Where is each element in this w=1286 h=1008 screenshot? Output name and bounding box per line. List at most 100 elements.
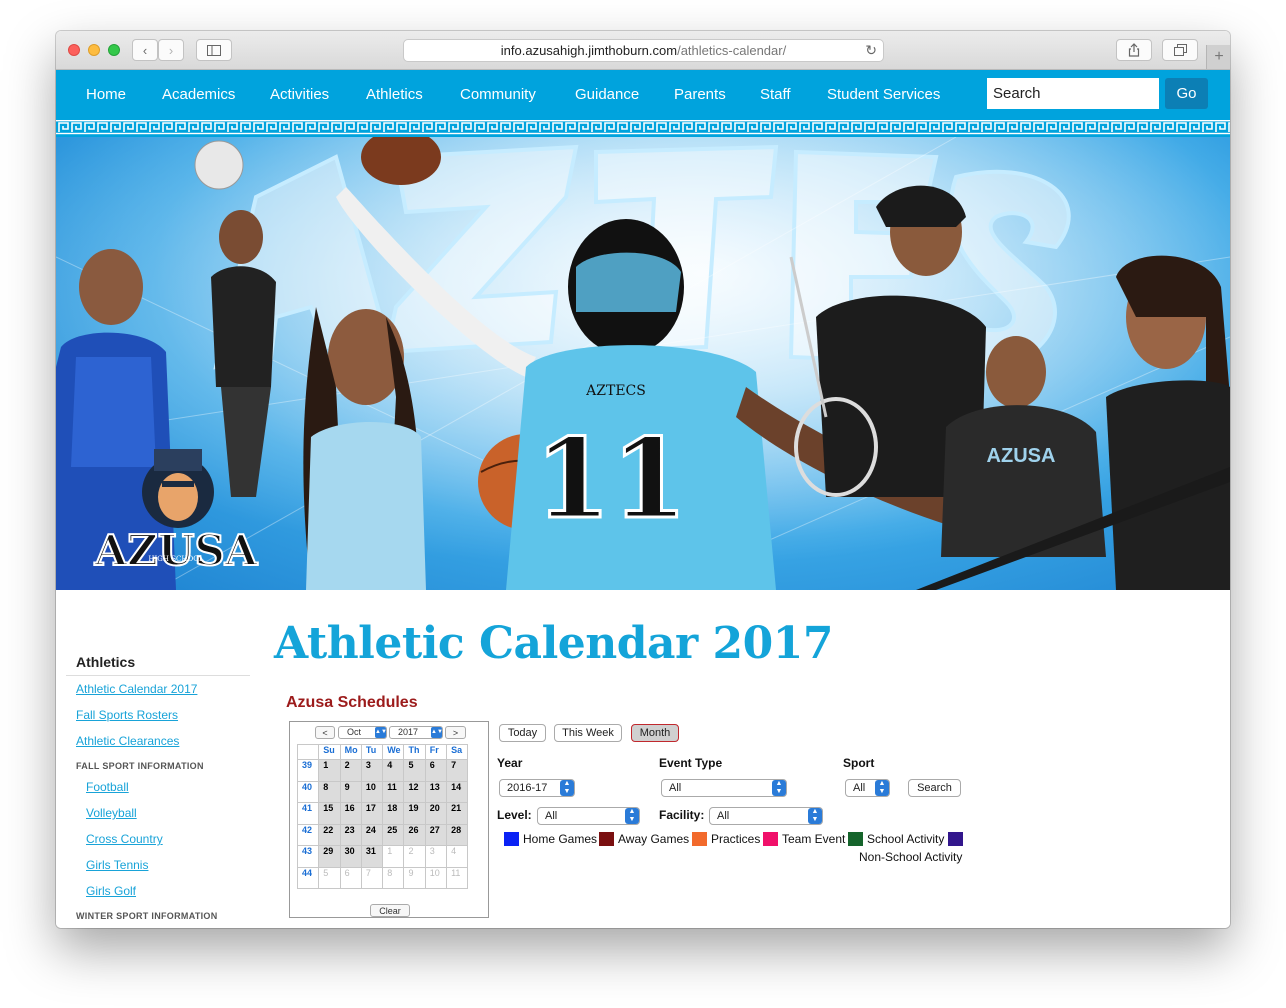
- calendar-day[interactable]: 5: [318, 866, 341, 889]
- calendar-day[interactable]: 6: [424, 759, 448, 782]
- calendar-day[interactable]: 13: [424, 780, 448, 803]
- tabs-overview-button[interactable]: [1162, 39, 1198, 61]
- legend-swatch: [504, 832, 519, 846]
- next-month-button[interactable]: >: [445, 726, 466, 739]
- level-label: Level:: [497, 808, 532, 822]
- nav-item-community[interactable]: Community: [460, 86, 536, 103]
- minimize-window-button[interactable]: [88, 44, 100, 56]
- nav-item-guidance[interactable]: Guidance: [575, 86, 639, 103]
- sidebar-link-volleyball[interactable]: Volleyball: [86, 806, 137, 820]
- calendar-day[interactable]: 17: [360, 802, 384, 825]
- nav-item-activities[interactable]: Activities: [270, 86, 329, 103]
- forward-button[interactable]: ›: [158, 39, 184, 61]
- event-type-select[interactable]: All ▲ ▼: [661, 779, 787, 797]
- share-button[interactable]: [1116, 39, 1152, 61]
- calendar-day[interactable]: 31: [360, 845, 384, 868]
- back-button[interactable]: ‹: [132, 39, 158, 61]
- calendar-day[interactable]: 23: [339, 823, 362, 846]
- calendar-day[interactable]: 12: [403, 780, 426, 803]
- sidebar-link-athletic-calendar[interactable]: Athletic Calendar 2017: [76, 682, 197, 696]
- week-number[interactable]: 43: [296, 845, 320, 868]
- sidebar-link-girls-golf[interactable]: Girls Golf: [86, 884, 136, 898]
- level-select[interactable]: All ▲ ▼: [537, 807, 640, 825]
- schedules-title: Azusa Schedules: [286, 694, 418, 711]
- month-select[interactable]: Oct ▲▼: [338, 726, 387, 739]
- prev-month-button[interactable]: <: [315, 726, 335, 739]
- calendar-day[interactable]: 6: [339, 866, 362, 889]
- search-button[interactable]: Search: [908, 779, 961, 797]
- calendar-day[interactable]: 7: [446, 759, 469, 782]
- calendar-day[interactable]: 26: [403, 823, 426, 846]
- week-number[interactable]: 39: [296, 759, 320, 782]
- jersey-number: 11: [534, 414, 687, 543]
- calendar-day[interactable]: 2: [403, 845, 426, 868]
- sidebar-link-girls-tennis[interactable]: Girls Tennis: [86, 858, 148, 872]
- sidebar-link-football[interactable]: Football: [86, 780, 129, 794]
- calendar-day[interactable]: 30: [339, 845, 362, 868]
- calendar-day[interactable]: 25: [382, 823, 405, 846]
- week-number[interactable]: 42: [296, 823, 320, 846]
- site-search-input[interactable]: Search: [987, 78, 1159, 109]
- calendar-day[interactable]: 3: [424, 845, 448, 868]
- calendar-day[interactable]: 9: [339, 780, 362, 803]
- calendar-day[interactable]: 9: [403, 866, 426, 889]
- calendar-day[interactable]: 8: [318, 780, 341, 803]
- clear-button[interactable]: Clear: [370, 904, 410, 917]
- calendar-day[interactable]: 18: [382, 802, 405, 825]
- calendar-day[interactable]: 5: [403, 759, 426, 782]
- calendar-day[interactable]: 27: [424, 823, 448, 846]
- sidebar-link-athletic-clearances[interactable]: Athletic Clearances: [76, 734, 179, 748]
- calendar-day[interactable]: 14: [446, 780, 469, 803]
- year-select[interactable]: 2017 ▲▼: [389, 726, 443, 739]
- calendar-day[interactable]: 11: [382, 780, 405, 803]
- calendar-day[interactable]: 1: [382, 845, 405, 868]
- zoom-window-button[interactable]: [108, 44, 120, 56]
- calendar-day[interactable]: 20: [424, 802, 448, 825]
- calendar-day[interactable]: 10: [424, 866, 448, 889]
- new-tab-button[interactable]: +: [1206, 45, 1230, 69]
- select-arrows-icon: ▲▼: [625, 808, 639, 824]
- today-button[interactable]: Today: [499, 724, 546, 742]
- address-bar[interactable]: info.azusahigh.jimthoburn.com/athletics-…: [403, 39, 884, 62]
- calendar-day[interactable]: 10: [360, 780, 384, 803]
- calendar-day[interactable]: 4: [382, 759, 405, 782]
- sidebar-link-fall-rosters[interactable]: Fall Sports Rosters: [76, 708, 178, 722]
- legend-practices: Practices: [692, 832, 760, 846]
- sidebar-toggle-button[interactable]: [196, 39, 232, 61]
- calendar-day[interactable]: 24: [360, 823, 384, 846]
- calendar-day[interactable]: 3: [360, 759, 384, 782]
- this-week-button[interactable]: This Week: [554, 724, 622, 742]
- calendar-day[interactable]: 7: [360, 866, 384, 889]
- calendar-day[interactable]: 11: [446, 866, 469, 889]
- calendar-day[interactable]: 29: [318, 845, 341, 868]
- week-number[interactable]: 41: [296, 802, 320, 825]
- calendar-day[interactable]: 28: [446, 823, 469, 846]
- go-button[interactable]: Go: [1165, 78, 1208, 109]
- calendar-day[interactable]: 15: [318, 802, 341, 825]
- browser-window: ‹ › info.azusahigh.jimthoburn.com/athlet…: [56, 31, 1230, 928]
- calendar-day[interactable]: 22: [318, 823, 341, 846]
- nav-item-student-services[interactable]: Student Services: [827, 86, 940, 103]
- calendar-day[interactable]: 4: [446, 845, 469, 868]
- month-view-button[interactable]: Month: [631, 724, 679, 742]
- calendar-day[interactable]: 2: [339, 759, 362, 782]
- facility-select[interactable]: All ▲ ▼: [709, 807, 823, 825]
- sidebar-link-cross-country[interactable]: Cross Country: [86, 832, 163, 846]
- calendar-day[interactable]: 21: [446, 802, 469, 825]
- calendar-day[interactable]: 1: [318, 759, 341, 782]
- year-filter-select[interactable]: 2016-17 ▲ ▼: [499, 779, 575, 797]
- week-number[interactable]: 44: [296, 866, 320, 889]
- nav-item-parents[interactable]: Parents: [674, 86, 726, 103]
- day-header: Tu: [360, 744, 384, 760]
- calendar-day[interactable]: 19: [403, 802, 426, 825]
- close-window-button[interactable]: [68, 44, 80, 56]
- nav-item-academics[interactable]: Academics: [162, 86, 235, 103]
- calendar-day[interactable]: 8: [382, 866, 405, 889]
- nav-item-staff[interactable]: Staff: [760, 86, 791, 103]
- nav-item-athletics[interactable]: Athletics: [366, 86, 423, 103]
- calendar-day[interactable]: 16: [339, 802, 362, 825]
- reload-icon[interactable]: ↻: [865, 42, 877, 59]
- nav-item-home[interactable]: Home: [86, 86, 126, 103]
- sport-select[interactable]: All ▲ ▼: [845, 779, 890, 797]
- week-number[interactable]: 40: [296, 780, 320, 803]
